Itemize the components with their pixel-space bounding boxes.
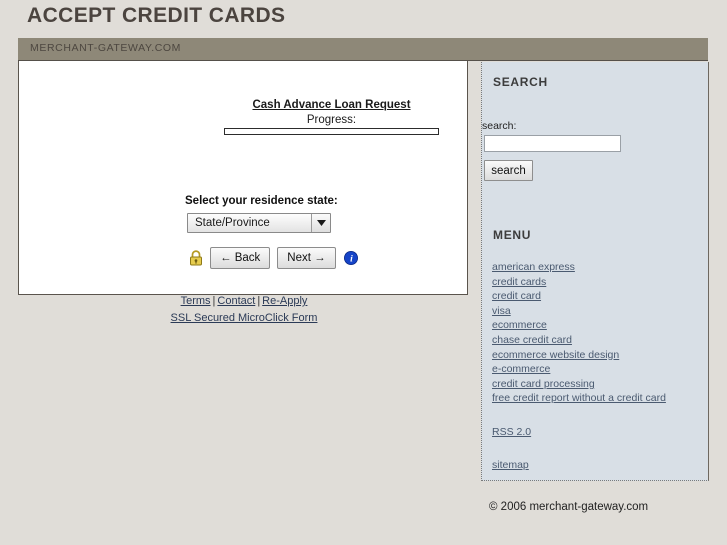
footer-copyright: © 2006 merchant-gateway.com [489,501,649,513]
sidebar-menu-heading: MENU [493,228,532,242]
form-title: Cash Advance Loan Request [252,99,411,111]
menu-item-chase-credit-card[interactable]: chase credit card [492,333,702,348]
info-icon[interactable]: i [343,251,358,265]
menu-item-credit-card-processing[interactable]: credit card processing [492,377,702,392]
domain-bar: MERCHANT-GATEWAY.COM [18,38,708,61]
menu-item-credit-cards[interactable]: credit cards [492,275,702,290]
menu-item-ecommerce[interactable]: ecommerce [492,318,702,333]
ssl-secured-link[interactable]: SSL Secured MicroClick Form [171,312,318,324]
menu-item-e-commerce[interactable]: e-commerce [492,362,702,377]
contact-link[interactable]: Contact [217,295,255,307]
svg-text:i: i [350,254,353,264]
search-label: search: [482,120,517,132]
menu-item-ecommerce-website-design[interactable]: ecommerce website design [492,348,702,363]
panel-footer-links: Terms | Contact | Re-Apply SSL Secured Micro… [19,292,469,326]
menu-item-free-credit-report[interactable]: free credit report without a credit card [492,391,702,406]
next-button[interactable]: Next → [277,247,336,269]
search-input[interactable] [484,135,621,152]
search-button[interactable]: search [484,160,533,181]
page-title: ACCEPT CREDIT CARDS [27,4,286,27]
back-button[interactable]: ← Back [210,247,271,269]
form-nav-row: ← Back Next → i [189,247,358,269]
lock-icon [190,250,202,266]
reapply-link[interactable]: Re-Apply [262,295,307,307]
terms-link[interactable]: Terms [181,295,211,307]
sidebar-search-heading: SEARCH [493,75,548,89]
form-header: Cash Advance Loan Request Progress: [224,99,439,135]
menu-item-visa[interactable]: visa [492,304,702,319]
sidebar: SEARCH search: search MENU american expr… [481,62,709,481]
sidebar-menu-list: american express credit cards credit car… [492,260,702,406]
chevron-down-icon[interactable] [311,214,330,232]
state-select[interactable]: State/Province [187,213,331,233]
domain-bar-label: MERCHANT-GATEWAY.COM [30,42,182,54]
menu-item-american-express[interactable]: american express [492,260,702,275]
state-select-label: Select your residence state: [185,195,338,207]
menu-item-credit-card[interactable]: credit card [492,289,702,304]
progress-label: Progress: [306,114,357,126]
rss-link[interactable]: RSS 2.0 [492,426,531,438]
main-content-panel: Cash Advance Loan Request Progress: Sele… [18,61,468,324]
sitemap-link[interactable]: sitemap [492,459,529,471]
state-select-value: State/Province [195,217,270,229]
progress-bar [224,128,439,135]
